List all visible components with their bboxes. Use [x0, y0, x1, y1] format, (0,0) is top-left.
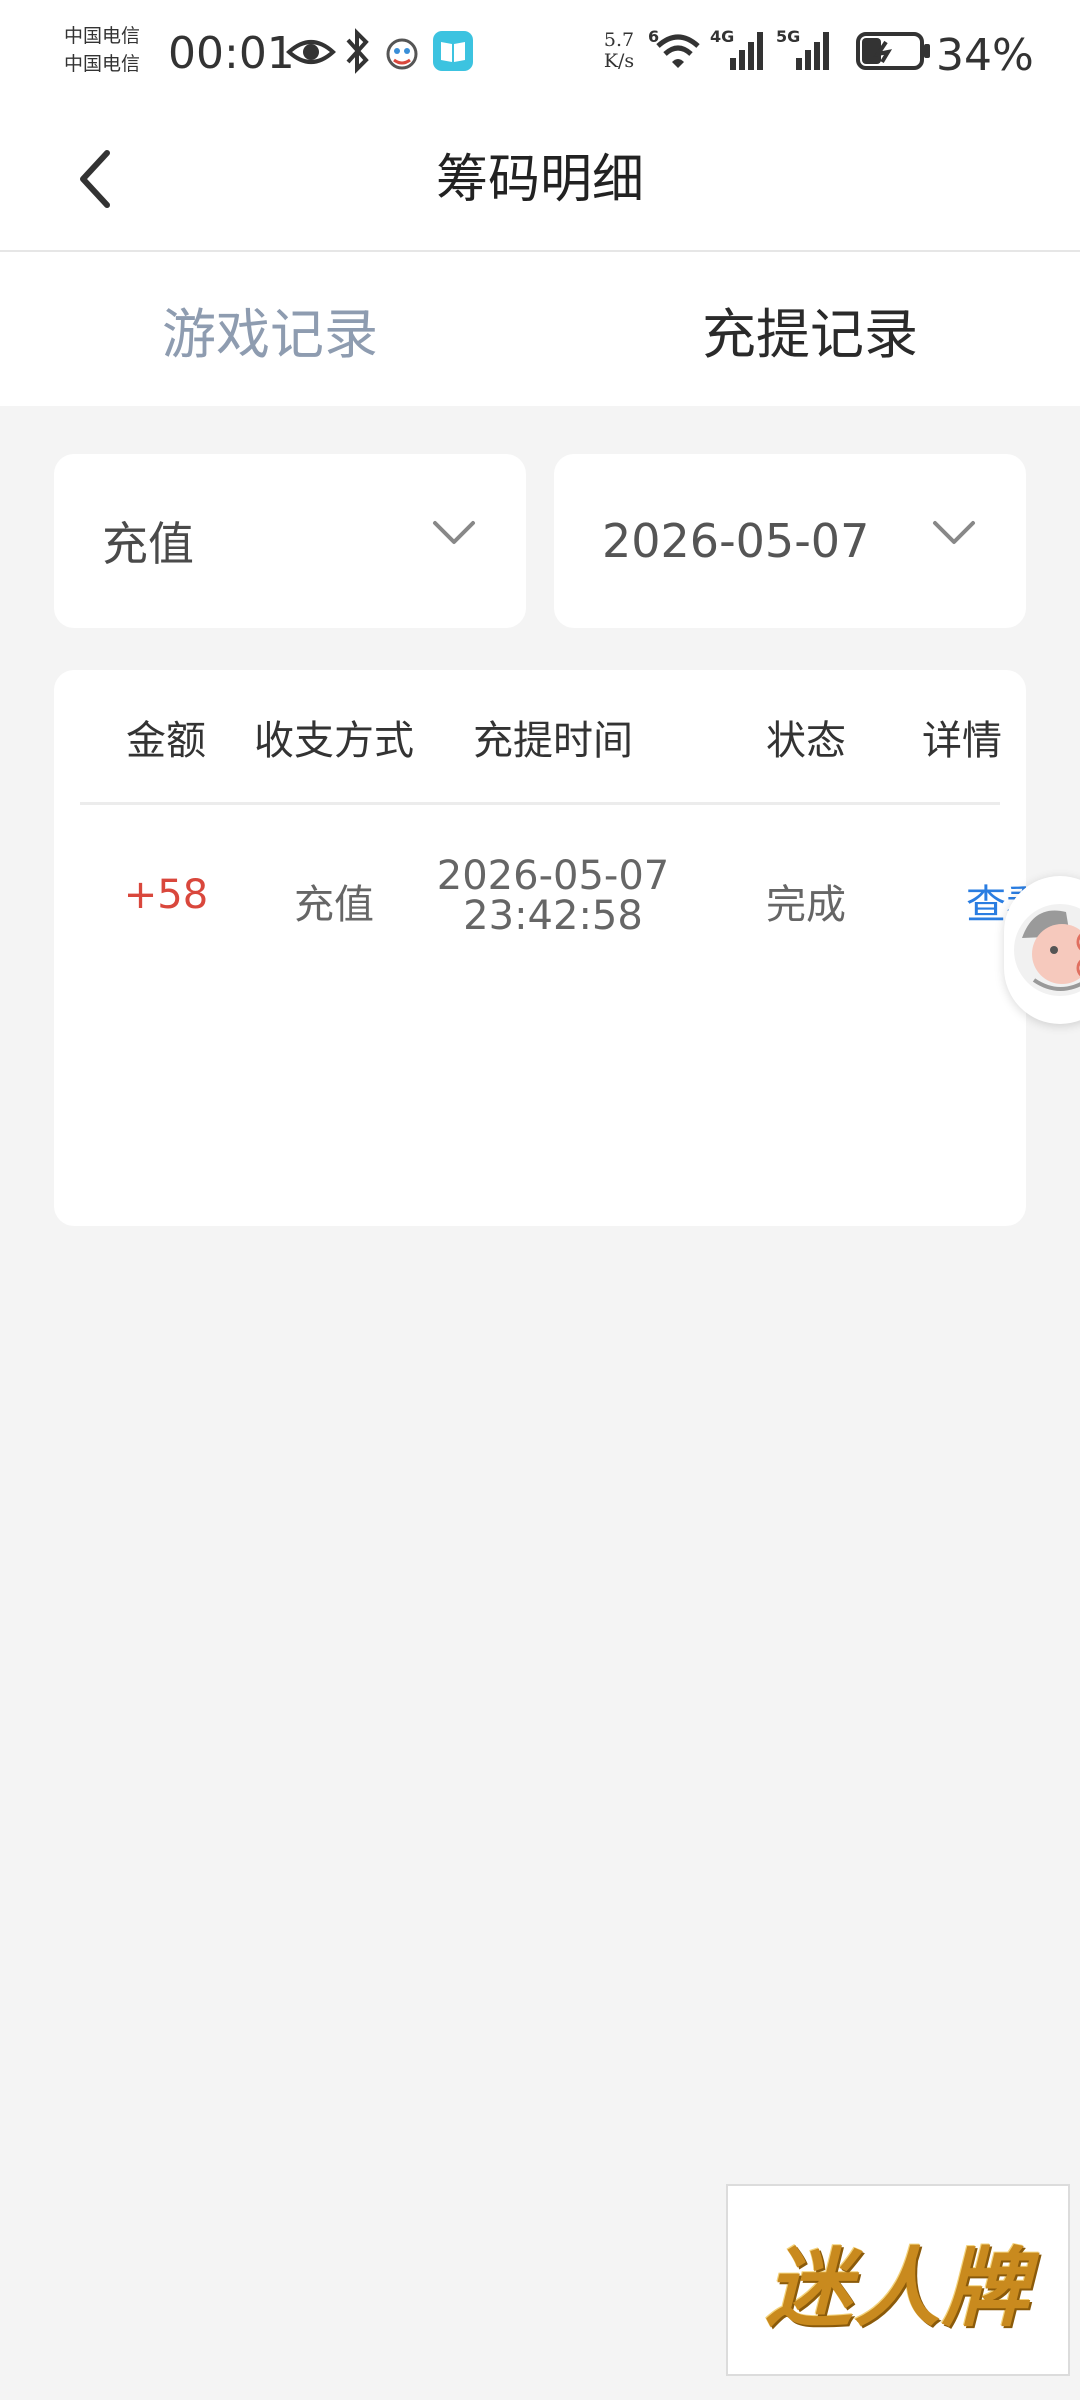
- brand-logo: 迷人牌: [726, 2184, 1070, 2376]
- net-speed-unit: K/s: [603, 50, 635, 72]
- signal-4g-icon: 4G: [710, 28, 763, 70]
- column-header-amount: 金额: [126, 718, 206, 764]
- row-status: 完成: [766, 882, 846, 928]
- clock: 00:01: [168, 28, 295, 79]
- bluetooth-icon: [346, 28, 369, 74]
- chevron-down-icon: [933, 521, 975, 544]
- signal-4g-label: 4G: [710, 28, 734, 46]
- carrier-line-2: 中国电信: [64, 53, 141, 75]
- column-header-method: 收支方式: [254, 718, 414, 764]
- type-filter-dropdown[interactable]: 充值: [54, 454, 526, 628]
- column-header-time: 充提时间: [473, 718, 633, 764]
- brand-logo-text: 迷人牌: [766, 2237, 1030, 2339]
- carrier-info: 中国电信 中国电信: [64, 22, 160, 84]
- row-date: 2026-05-07: [436, 853, 670, 899]
- assistant-avatar-icon: [1014, 904, 1080, 996]
- eye-icon: [286, 40, 336, 64]
- date-filter-value: 2026-05-07: [602, 514, 870, 568]
- app-notification-icon: [386, 38, 418, 70]
- nav-bar: 筹码明细: [0, 110, 1080, 252]
- date-filter-dropdown[interactable]: 2026-05-07: [554, 454, 1026, 628]
- records-table: 金额 收支方式 充提时间 状态 详情 +58 充值 2026-05-07 23:…: [54, 670, 1026, 1226]
- row-amount: +58: [123, 872, 209, 918]
- battery-icon: [856, 32, 930, 70]
- tab-game-records[interactable]: 游戏记录: [0, 252, 540, 406]
- tab-deposit-withdraw-records[interactable]: 充提记录: [540, 252, 1080, 406]
- wifi-icon: 6: [648, 27, 700, 68]
- status-bar: 中国电信 中国电信 00:01 5.7 K/s 6 4G 5G 34%: [0, 0, 1080, 110]
- chevron-down-icon: [433, 521, 475, 544]
- floating-assistant-button[interactable]: [1004, 876, 1080, 1024]
- page-title: 筹码明细: [435, 150, 644, 210]
- carrier-line-1: 中国电信: [64, 25, 141, 47]
- reader-app-icon: [433, 31, 473, 71]
- row-time: 2026-05-07 23:42:58: [437, 856, 669, 936]
- battery-percent: 34%: [936, 30, 1034, 81]
- net-speed-value: 5.7: [603, 29, 635, 51]
- column-header-detail: 详情: [922, 718, 1002, 764]
- column-header-status: 状态: [766, 718, 846, 764]
- header-divider: [80, 802, 1000, 805]
- net-speed: 5.7 K/s: [596, 30, 642, 72]
- row-clock-time: 23:42:58: [463, 893, 643, 939]
- signal-5g-label: 5G: [776, 28, 800, 46]
- type-filter-value: 充值: [102, 517, 194, 571]
- row-method: 充值: [294, 882, 374, 928]
- signal-5g-icon: 5G: [776, 28, 829, 70]
- tab-bar: 游戏记录 充提记录: [0, 252, 1080, 406]
